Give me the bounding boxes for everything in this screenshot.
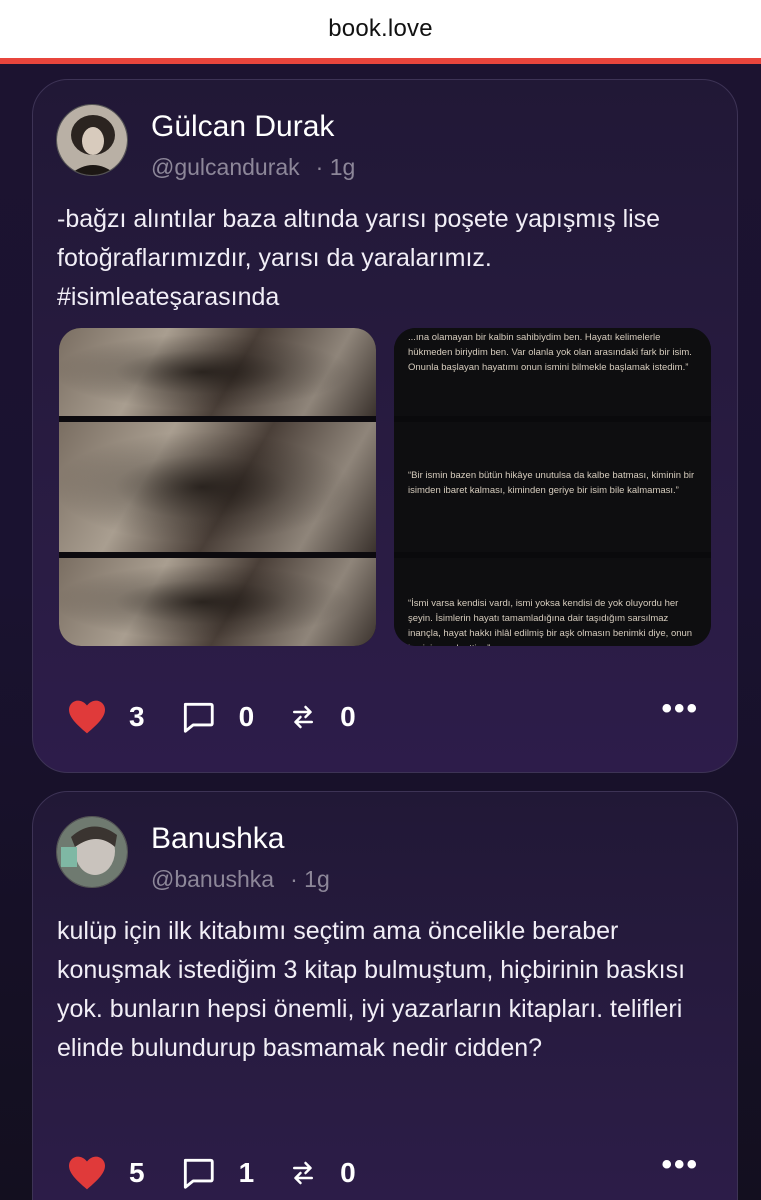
- like-count: 5: [129, 1157, 145, 1188]
- post-text: -bağzı alıntılar baza altında yarısı poş…: [57, 205, 661, 311]
- post-text: kulüp için ilk kitabımı seçtim ama öncel…: [57, 917, 686, 1062]
- repost-count: 0: [340, 701, 356, 732]
- post-time: · 1g: [315, 154, 356, 180]
- quote-text: “Bir ismin bazen bütün hikâye unutulsa d…: [394, 422, 711, 552]
- like-button[interactable]: 3: [67, 699, 145, 735]
- heart-icon: [69, 700, 105, 734]
- post-meta: @gulcandurak · 1g: [151, 154, 355, 181]
- avatar[interactable]: [56, 816, 128, 888]
- comment-count: 1: [238, 1157, 255, 1188]
- more-icon[interactable]: •••: [661, 1148, 699, 1182]
- repost-icon: [293, 1161, 314, 1185]
- post-card[interactable]: Gülcan Durak @gulcandurak · 1g -bağzı al…: [32, 79, 738, 773]
- browser-url-bar[interactable]: book.love: [0, 0, 761, 58]
- quote-text: “İsmi varsa kendisi vardı, ismi yoksa ke…: [394, 558, 711, 646]
- author-name[interactable]: Gülcan Durak: [151, 110, 334, 144]
- post-actions: 3 0 0: [67, 698, 390, 736]
- like-button[interactable]: 5: [67, 1155, 145, 1191]
- heart-icon: [69, 1156, 105, 1190]
- comment-button[interactable]: 0: [179, 698, 255, 736]
- repost-button[interactable]: 0: [288, 1157, 356, 1189]
- repost-count: 0: [340, 1157, 356, 1188]
- comment-button[interactable]: 1: [179, 1154, 255, 1192]
- comment-icon: [183, 1158, 214, 1189]
- quote-text: ...ına olamayan bir kalbin sahibiydim be…: [394, 328, 711, 416]
- comment-count: 0: [238, 701, 255, 732]
- avatar[interactable]: [56, 104, 128, 176]
- post-photo[interactable]: [59, 328, 376, 646]
- post-media: ...ına olamayan bir kalbin sahibiydim be…: [59, 328, 712, 646]
- post-actions: 5 1 0: [67, 1154, 390, 1192]
- post-time: · 1g: [290, 866, 330, 892]
- url-text: book.love: [328, 15, 433, 42]
- author-name[interactable]: Banushka: [151, 822, 284, 856]
- post-meta: @banushka · 1g: [151, 866, 330, 893]
- quote-screenshot[interactable]: ...ına olamayan bir kalbin sahibiydim be…: [394, 328, 711, 646]
- repost-button[interactable]: 0: [288, 701, 356, 733]
- like-count: 3: [129, 701, 145, 732]
- post-card[interactable]: Banushka @banushka · 1g kulüp için ilk k…: [32, 791, 738, 1200]
- author-handle[interactable]: @gulcandurak: [151, 154, 300, 181]
- more-icon[interactable]: •••: [661, 692, 699, 726]
- repost-icon: [293, 705, 314, 729]
- author-handle[interactable]: @banushka: [151, 866, 274, 893]
- feed: Gülcan Durak @gulcandurak · 1g -bağzı al…: [0, 64, 761, 1200]
- comment-icon: [183, 702, 214, 733]
